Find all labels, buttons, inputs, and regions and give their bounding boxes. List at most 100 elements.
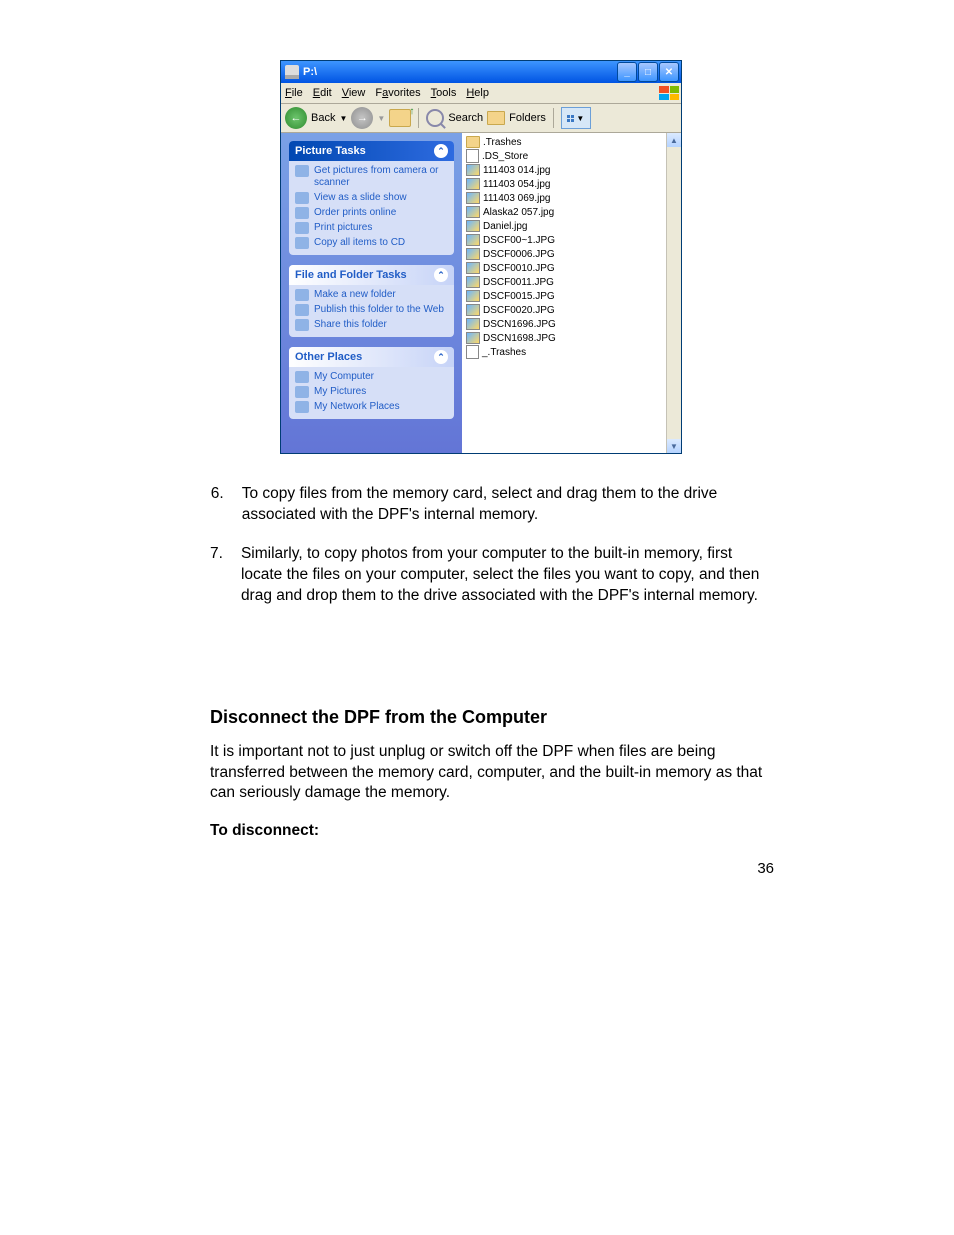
cd-icon — [295, 237, 309, 249]
menu-help[interactable]: Help — [466, 87, 489, 99]
close-button[interactable]: ✕ — [659, 62, 679, 82]
chevron-up-icon: ⌃ — [434, 144, 448, 158]
file-icon — [466, 149, 479, 163]
other-places-group: Other Places ⌃ My Computer My Pictures M… — [289, 347, 454, 419]
task-item[interactable]: View as a slide show — [295, 192, 448, 204]
maximize-button[interactable]: □ — [638, 62, 658, 82]
image-file-icon — [466, 290, 480, 302]
folder-icon — [466, 136, 480, 148]
file-name: 111403 054.jpg — [483, 179, 550, 190]
window-title: P:\ — [303, 66, 317, 78]
file-item[interactable]: 111403 069.jpg — [466, 191, 681, 205]
file-item[interactable]: DSCN1698.JPG — [466, 331, 681, 345]
menu-favorites[interactable]: Favorites — [375, 87, 420, 99]
menu-tools[interactable]: Tools — [431, 87, 457, 99]
image-file-icon — [466, 164, 480, 176]
forward-button[interactable]: → — [351, 107, 373, 129]
file-item[interactable]: 111403 014.jpg — [466, 163, 681, 177]
file-list[interactable]: .Trashes .DS_Store 111403 014.jpg 111403 05… — [462, 133, 681, 453]
image-file-icon — [466, 178, 480, 190]
section-heading: Disconnect the DPF from the Computer — [210, 707, 774, 728]
file-name: DSCF0006.JPG — [483, 249, 555, 260]
file-name: DSCN1698.JPG — [483, 333, 556, 344]
file-item[interactable]: Daniel.jpg — [466, 219, 681, 233]
file-name: DSCN1696.JPG — [483, 319, 556, 330]
task-item[interactable]: Share this folder — [295, 319, 448, 331]
dropdown-arrow-icon[interactable]: ▼ — [377, 114, 385, 123]
file-item[interactable]: DSCF0011.JPG — [466, 275, 681, 289]
views-button[interactable]: ▼ — [561, 107, 591, 129]
task-item[interactable]: Get pictures from camera or scanner — [295, 165, 448, 189]
search-button[interactable]: Search — [448, 112, 483, 124]
file-item[interactable]: DSCF00~1.JPG — [466, 233, 681, 247]
file-item[interactable]: 111403 054.jpg — [466, 177, 681, 191]
image-file-icon — [466, 234, 480, 246]
menu-file[interactable]: File — [285, 87, 303, 99]
file-item[interactable]: .Trashes — [466, 135, 681, 149]
list-number: 7. — [210, 544, 223, 607]
file-name: .DS_Store — [482, 151, 528, 162]
image-file-icon — [466, 248, 480, 260]
file-item[interactable]: .DS_Store — [466, 149, 681, 163]
file-item[interactable]: _.Trashes — [466, 345, 681, 359]
task-item[interactable]: Make a new folder — [295, 289, 448, 301]
file-tasks-header[interactable]: File and Folder Tasks ⌃ — [289, 265, 454, 285]
file-tasks-title: File and Folder Tasks — [295, 269, 407, 281]
separator — [418, 108, 419, 128]
file-name: 111403 069.jpg — [483, 193, 550, 204]
file-item[interactable]: Alaska2 057.jpg — [466, 205, 681, 219]
image-file-icon — [466, 220, 480, 232]
task-item[interactable]: Order prints online — [295, 207, 448, 219]
paragraph: It is important not to just unplug or sw… — [210, 742, 774, 805]
task-item[interactable]: My Network Places — [295, 401, 448, 413]
menu-view[interactable]: View — [342, 87, 366, 99]
file-item[interactable]: DSCF0006.JPG — [466, 247, 681, 261]
image-file-icon — [466, 318, 480, 330]
file-tasks-group: File and Folder Tasks ⌃ Make a new folde… — [289, 265, 454, 337]
separator — [553, 108, 554, 128]
file-item[interactable]: DSCN1696.JPG — [466, 317, 681, 331]
scroll-up-button[interactable]: ▲ — [667, 133, 681, 147]
file-name: DSCF0015.JPG — [483, 291, 555, 302]
list-text: Similarly, to copy photos from your comp… — [241, 544, 774, 607]
folder-icon — [487, 111, 505, 125]
explorer-window: P:\ _ □ ✕ File Edit View Favorites Tools… — [280, 60, 682, 454]
image-file-icon — [466, 276, 480, 288]
chevron-up-icon: ⌃ — [434, 350, 448, 364]
task-item[interactable]: Publish this folder to the Web — [295, 304, 448, 316]
file-item[interactable]: DSCF0015.JPG — [466, 289, 681, 303]
list-number: 6. — [210, 484, 224, 526]
file-name: 111403 014.jpg — [483, 165, 550, 176]
image-file-icon — [466, 332, 480, 344]
task-item[interactable]: My Computer — [295, 371, 448, 383]
other-places-header[interactable]: Other Places ⌃ — [289, 347, 454, 367]
minimize-button[interactable]: _ — [617, 62, 637, 82]
up-folder-button[interactable] — [389, 109, 411, 127]
file-name: Daniel.jpg — [483, 221, 527, 232]
menu-edit[interactable]: Edit — [313, 87, 332, 99]
dropdown-arrow-icon[interactable]: ▼ — [339, 114, 347, 123]
folders-button[interactable]: Folders — [509, 112, 546, 124]
share-icon — [295, 319, 309, 331]
task-pane: Picture Tasks ⌃ Get pictures from camera… — [281, 133, 462, 453]
back-button[interactable]: ← — [285, 107, 307, 129]
scroll-down-button[interactable]: ▼ — [667, 439, 681, 453]
task-item[interactable]: Print pictures — [295, 222, 448, 234]
file-item[interactable]: DSCF0020.JPG — [466, 303, 681, 317]
image-file-icon — [466, 192, 480, 204]
scrollbar[interactable]: ▲ ▼ — [666, 133, 681, 453]
printer-icon — [295, 222, 309, 234]
drive-icon — [285, 65, 299, 79]
camera-icon — [295, 165, 309, 177]
toolbar: ← Back ▼ → ▼ Search Folders ▼ — [281, 104, 681, 133]
task-item[interactable]: My Pictures — [295, 386, 448, 398]
task-item[interactable]: Copy all items to CD — [295, 237, 448, 249]
back-label: Back — [311, 112, 335, 124]
file-name: DSCF00~1.JPG — [483, 235, 555, 246]
image-file-icon — [466, 304, 480, 316]
picture-tasks-header[interactable]: Picture Tasks ⌃ — [289, 141, 454, 161]
list-text: To copy files from the memory card, sele… — [242, 484, 774, 526]
file-name: DSCF0020.JPG — [483, 305, 555, 316]
file-item[interactable]: DSCF0010.JPG — [466, 261, 681, 275]
globe-icon — [295, 207, 309, 219]
